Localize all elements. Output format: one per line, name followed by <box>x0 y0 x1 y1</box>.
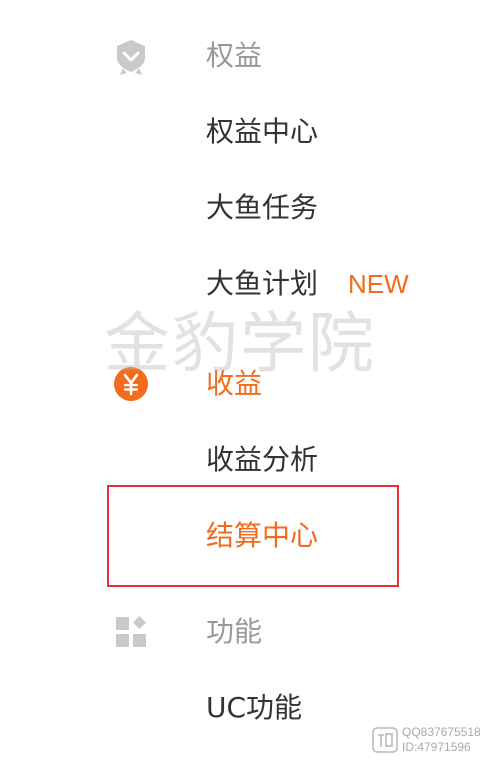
corner-watermark: QQ837675518 ID:47971596 <box>372 724 496 756</box>
menu-item-label: UC功能 <box>206 691 303 724</box>
section-header-gongneng[interactable]: 功能 <box>0 602 500 662</box>
watermark-text: 金豹学院 <box>104 305 376 382</box>
menu-item-label: 结算中心 <box>206 519 319 552</box>
menu-item-settlement-center[interactable]: 结算中心 <box>0 506 500 566</box>
section-header-quanyi[interactable]: 权益 <box>0 26 500 86</box>
menu-item-label: 大鱼任务 <box>206 191 319 224</box>
menu-item-quanyi-center[interactable]: 权益中心 <box>0 102 500 162</box>
watermark-id: ID:47971596 <box>402 740 471 754</box>
menu-item-income-analysis[interactable]: 收益分析 <box>0 430 500 490</box>
grid-icon <box>114 615 152 653</box>
badge-icon <box>112 38 150 76</box>
menu-item-label: 权益中心 <box>206 115 319 148</box>
menu-item-dayu-task[interactable]: 大鱼任务 <box>0 178 500 238</box>
watermark-logo-icon <box>372 727 398 753</box>
menu-item-label: 收益分析 <box>206 443 319 476</box>
watermark-qq: QQ837675518 <box>402 725 481 739</box>
section-label-gongneng: 功能 <box>206 615 263 648</box>
section-label-quanyi: 权益 <box>206 39 263 72</box>
